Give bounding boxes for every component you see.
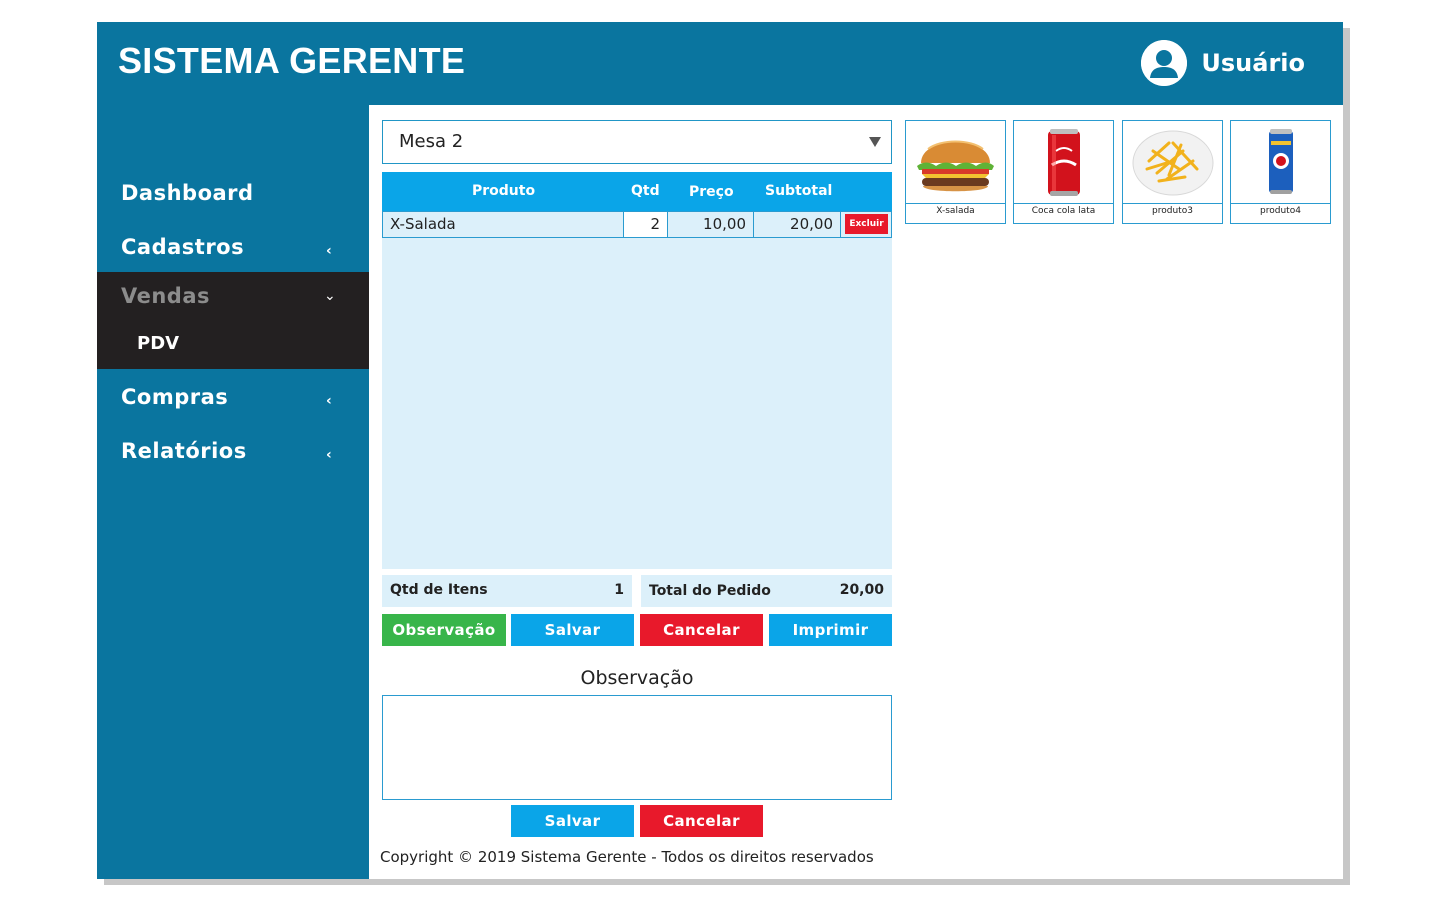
order-table: Produto Qtd Preço Subtotal X-Salada 2 10… <box>382 172 892 569</box>
sidebar-item-label: Compras <box>121 385 229 409</box>
observation-textarea[interactable] <box>382 695 892 800</box>
cell-produto: X-Salada <box>383 212 624 237</box>
table-row: X-Salada 2 10,00 20,00 Excluir <box>382 211 892 238</box>
product-name: produto4 <box>1260 206 1301 216</box>
observation-title: Observação <box>580 667 694 689</box>
item-count-label: Qtd de Itens <box>390 582 488 598</box>
sidebar-group-vendas[interactable]: Vendas ⌄ PDV <box>97 272 369 369</box>
coke-can-image <box>1014 121 1113 204</box>
chevron-left-icon: ‹ <box>326 243 333 259</box>
observation-cancel-button[interactable]: Cancelar <box>640 805 763 837</box>
product-name: X-salada <box>936 206 975 216</box>
product-card[interactable]: produto3 <box>1122 120 1223 224</box>
user-name: Usuário <box>1201 49 1305 77</box>
order-total-box: Total do Pedido 20,00 <box>641 575 892 607</box>
cancel-button[interactable]: Cancelar <box>640 614 763 646</box>
chevron-down-icon: ⌄ <box>324 288 336 304</box>
dropdown-arrow-icon <box>869 137 881 147</box>
header-produto: Produto <box>472 183 536 199</box>
fries-image <box>1123 121 1222 204</box>
beer-can-image <box>1231 121 1330 204</box>
product-name: Coca cola lata <box>1031 206 1096 216</box>
product-card[interactable]: X-salada <box>905 120 1006 224</box>
item-count-box: Qtd de Itens 1 <box>382 575 632 607</box>
user-avatar-icon <box>1141 40 1188 86</box>
observation-button[interactable]: Observação <box>382 614 506 646</box>
header-preco: Preço <box>689 184 734 200</box>
chevron-left-icon: ‹ <box>326 447 333 463</box>
order-total-label: Total do Pedido <box>649 583 771 599</box>
sidebar-item-label: Dashboard <box>121 181 254 205</box>
chevron-left-icon: ‹ <box>326 393 333 409</box>
header-qtd: Qtd <box>631 183 660 199</box>
sidebar-subitem-pdv[interactable]: PDV <box>137 333 179 354</box>
product-card[interactable]: produto4 <box>1230 120 1331 224</box>
table-select-value: Mesa 2 <box>399 131 464 152</box>
cell-subtotal: 20,00 <box>754 212 841 237</box>
sidebar: Dashboard Cadastros ‹ Vendas ⌄ PDV Compr… <box>97 105 369 879</box>
main-content: Mesa 2 Produto Qtd Preço Subtotal X-Sala… <box>369 105 1343 879</box>
save-button[interactable]: Salvar <box>511 614 634 646</box>
sidebar-item-label: Vendas <box>121 284 210 308</box>
header-subtotal: Subtotal <box>765 183 833 199</box>
burger-image <box>906 121 1005 204</box>
top-bar: SISTEMA GERENTE Usuário <box>97 22 1343 105</box>
sidebar-item-dashboard[interactable]: Dashboard <box>97 169 369 219</box>
sidebar-item-cadastros[interactable]: Cadastros ‹ <box>97 223 369 273</box>
sidebar-item-label: Relatórios <box>121 439 247 463</box>
table-select[interactable]: Mesa 2 <box>382 120 892 164</box>
user-menu[interactable]: Usuário <box>1141 40 1305 86</box>
qty-input[interactable]: 2 <box>624 212 668 237</box>
footer-copyright: Copyright © 2019 Sistema Gerente - Todos… <box>380 848 874 866</box>
observation-save-button[interactable]: Salvar <box>511 805 634 837</box>
table-header: Produto Qtd Preço Subtotal <box>382 172 892 211</box>
delete-item-button[interactable]: Excluir <box>845 214 888 234</box>
product-name: produto3 <box>1152 206 1193 216</box>
app-window: SISTEMA GERENTE Usuário Dashboard Cadast… <box>97 22 1343 879</box>
cell-preco: 10,00 <box>668 212 754 237</box>
order-total-value: 20,00 <box>839 582 884 598</box>
sidebar-item-label: Cadastros <box>121 235 245 259</box>
product-card[interactable]: Coca cola lata <box>1013 120 1114 224</box>
print-button[interactable]: Imprimir <box>769 614 892 646</box>
sidebar-item-compras[interactable]: Compras ‹ <box>97 373 369 423</box>
sidebar-item-relatorios[interactable]: Relatórios ‹ <box>97 427 369 477</box>
brand-title: SISTEMA GERENTE <box>118 40 466 81</box>
item-count-value: 1 <box>614 582 624 598</box>
